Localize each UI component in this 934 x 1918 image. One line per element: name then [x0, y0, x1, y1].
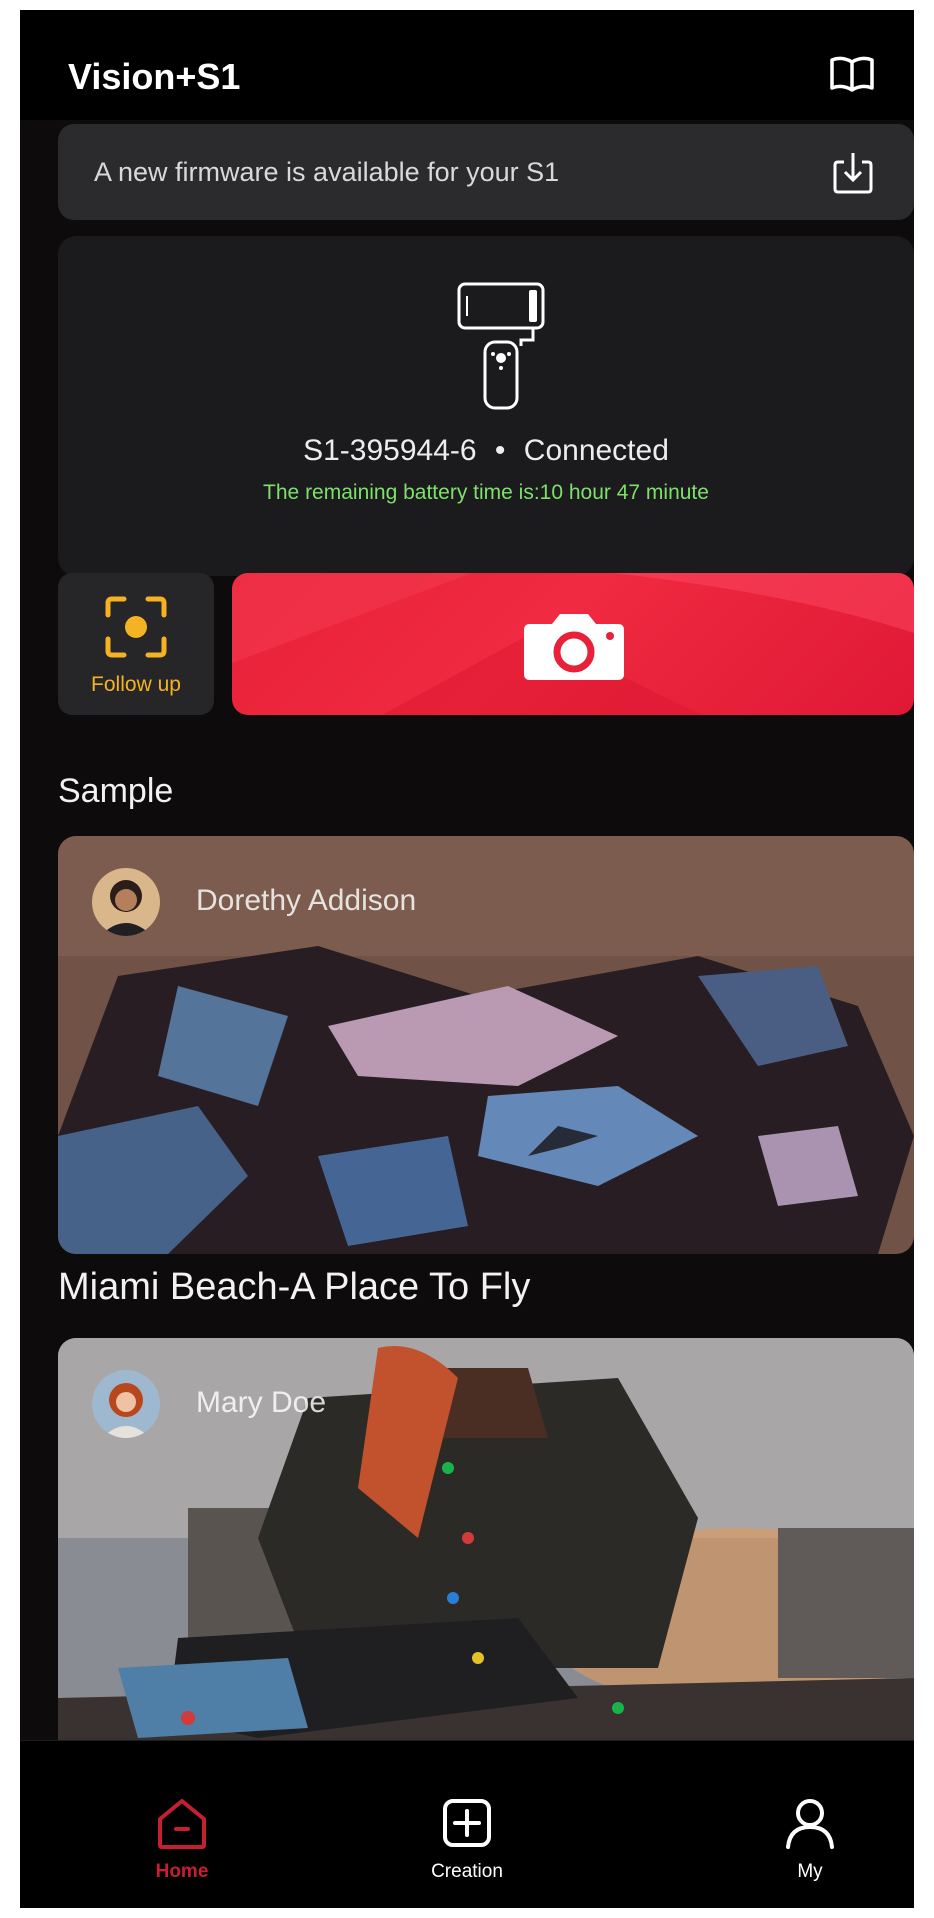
status-separator: • [494, 434, 506, 467]
home-icon [158, 1799, 206, 1849]
follow-up-button[interactable]: Follow up [58, 573, 214, 715]
gimbal-icon [457, 282, 545, 410]
avatar [92, 868, 160, 936]
firmware-banner-text: A new firmware is available for your S1 [94, 157, 560, 187]
app-title: Vision+S1 [68, 56, 241, 97]
bottom-navigation: Home Creation My [20, 1740, 914, 1908]
device-name: S1-395944-6 [303, 434, 477, 467]
shutter-button[interactable] [232, 573, 914, 715]
nav-creation-label: Creation [431, 1861, 503, 1882]
sample-card[interactable]: Dorethy Addison [58, 836, 914, 1254]
sample-section-title: Sample [58, 772, 174, 810]
device-card: S1-395944-6 • Connected The remaining ba… [58, 236, 914, 576]
follow-up-label: Follow up [91, 673, 181, 696]
sample-photo [58, 1338, 914, 1768]
avatar [92, 1370, 160, 1438]
battery-time: The remaining battery time is:10 hour 47… [263, 481, 709, 504]
app-screen: Vision+S1 A new firmware is available fo… [20, 10, 914, 1908]
download-icon[interactable] [832, 150, 874, 194]
plus-square-icon [443, 1799, 491, 1847]
sample-card[interactable]: Mary Doe [58, 1338, 914, 1768]
focus-target-icon [105, 596, 167, 658]
sample-caption: Miami Beach-A Place To Fly [58, 1266, 531, 1308]
header-bar: Vision+S1 [20, 10, 914, 120]
nav-my-label: My [797, 1861, 823, 1882]
nav-home[interactable]: Home [82, 1741, 282, 1908]
connection-status: Connected [523, 434, 669, 467]
author-name: Dorethy Addison [196, 884, 417, 917]
nav-home-label: Home [155, 1861, 209, 1882]
firmware-banner[interactable]: A new firmware is available for your S1 [58, 124, 914, 220]
sample-photo [58, 836, 914, 1254]
device-status-line: S1-395944-6 • Connected [58, 434, 914, 468]
book-icon[interactable] [828, 54, 876, 94]
nav-creation[interactable]: Creation [367, 1741, 567, 1908]
author-name: Mary Doe [196, 1386, 327, 1419]
camera-icon [524, 614, 624, 680]
user-icon [786, 1799, 834, 1849]
nav-my[interactable]: My [710, 1741, 910, 1908]
